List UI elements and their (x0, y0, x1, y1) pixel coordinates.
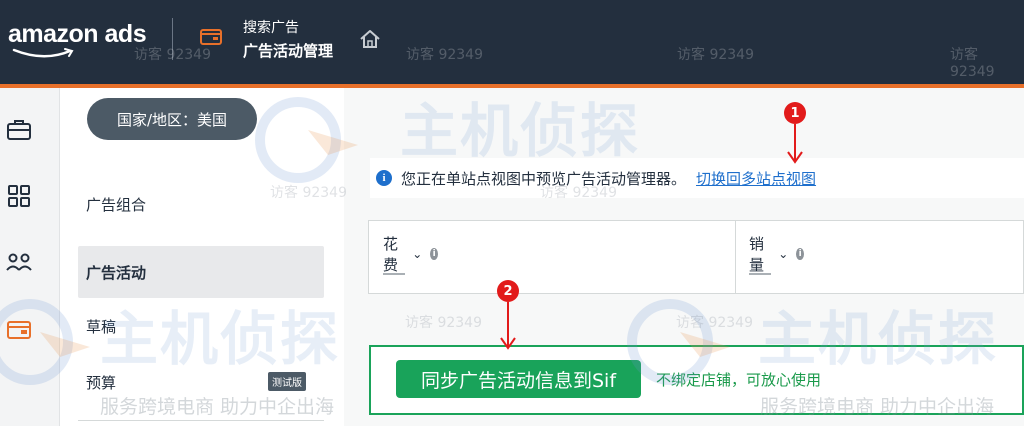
watermark-logo (255, 97, 358, 183)
metric-empty-value (383, 273, 405, 275)
watermark-logo (0, 299, 90, 385)
info-icon[interactable]: i (430, 248, 439, 260)
chevron-down-icon[interactable]: ⌄ (778, 247, 788, 261)
watermark-logo (627, 299, 730, 385)
amazon-smile-icon (12, 48, 74, 58)
metric-label: 花费 (383, 235, 399, 274)
watermark-visitor: 访客 92349 (540, 185, 617, 201)
grid-icon[interactable] (6, 184, 32, 208)
watermark-slogan: 服务跨境电商 助力中企出海 (100, 396, 335, 418)
metric-divider (735, 221, 736, 293)
sidebar-item-label: 广告活动 (86, 263, 147, 282)
watermark-visitor: 访客 92349 (950, 47, 995, 80)
callout-marker: 2 (497, 280, 519, 302)
callout-marker: 1 (784, 102, 806, 124)
page-title: 广告活动管理 (243, 42, 334, 60)
breadcrumb-parent[interactable]: 搜索广告 (243, 17, 299, 37)
switch-multi-site-link[interactable]: 切换回多站点视图 (696, 168, 816, 189)
briefcase-icon[interactable] (6, 118, 32, 142)
watermark-title: 主机侦探 (100, 305, 341, 373)
amazon-ads-logo[interactable]: amazon ads (8, 20, 147, 49)
watermark-visitor: 访客 92349 (406, 47, 483, 63)
metrics-panel: 花费 ⌄ i 销量 ⌄ i (368, 220, 1024, 294)
country-selector[interactable]: 国家/地区：美国 (87, 98, 257, 140)
sidebar-item-label: 广告组合 (86, 195, 147, 214)
info-icon[interactable]: i (796, 248, 805, 260)
watermark-title: 主机侦探 (400, 97, 641, 165)
metric-empty-value (749, 273, 771, 275)
users-icon[interactable] (6, 251, 32, 275)
top-header (0, 0, 1024, 84)
watermark-title: 主机侦探 (758, 305, 999, 373)
watermark-slogan: 服务跨境电商 助力中企出海 (760, 396, 995, 418)
watermark-visitor: 访客 92349 (677, 47, 754, 63)
watermark-visitor: 访客 92349 (405, 315, 482, 331)
home-icon[interactable] (358, 28, 382, 50)
sidebar-item-campaigns[interactable]: 广告活动 (78, 246, 324, 298)
sidebar-divider (78, 420, 324, 421)
watermark-visitor: 访客 92349 (676, 315, 753, 331)
chevron-down-icon[interactable]: ⌄ (412, 247, 422, 261)
metric-label: 销量 (749, 235, 765, 274)
watermark-visitor: 访客 92349 (270, 185, 347, 201)
arrow-down-icon (787, 124, 803, 164)
info-icon: i (376, 170, 392, 186)
watermark-visitor: 访客 92349 (134, 47, 211, 63)
sync-to-sif-button[interactable]: 同步广告活动信息到Sif (396, 360, 641, 398)
arrow-down-icon (500, 302, 516, 350)
